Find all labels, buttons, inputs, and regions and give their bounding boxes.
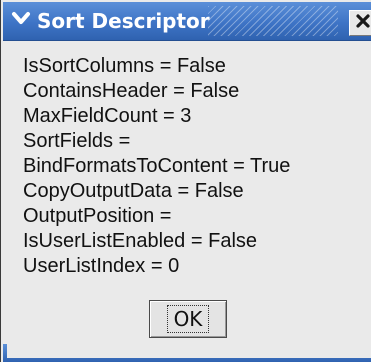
property-line: BindFormatsToContent = True [23,155,291,177]
window-title: Sort Descriptor [37,9,210,33]
properties-list: IsSortColumns = False ContainsHeader = F… [23,54,363,279]
close-button[interactable] [349,10,371,36]
property-line: ContainsHeader = False [23,80,240,102]
window-bottom-inset [7,344,371,358]
window-menu-button[interactable] [9,9,33,33]
ok-button[interactable]: OK [149,300,227,338]
title-bar[interactable]: Sort Descriptor [3,2,371,41]
chevron-down-icon [11,11,31,31]
dialog-window: Sort Descriptor IsSortColumns = False Co… [0,0,371,362]
window-bottom-frame [3,344,371,362]
property-line: CopyOutputData = False [23,180,244,202]
title-bar-grip [208,6,338,36]
property-line: OutputPosition = [23,205,172,227]
property-line: SortFields = [23,130,131,152]
property-line: MaxFieldCount = 3 [23,105,192,127]
close-icon [355,13,371,33]
property-line: IsSortColumns = False [23,55,226,77]
ok-button-label: OK [166,305,210,333]
property-line: UserListIndex = 0 [23,255,180,277]
property-line: IsUserListEnabled = False [23,230,258,252]
